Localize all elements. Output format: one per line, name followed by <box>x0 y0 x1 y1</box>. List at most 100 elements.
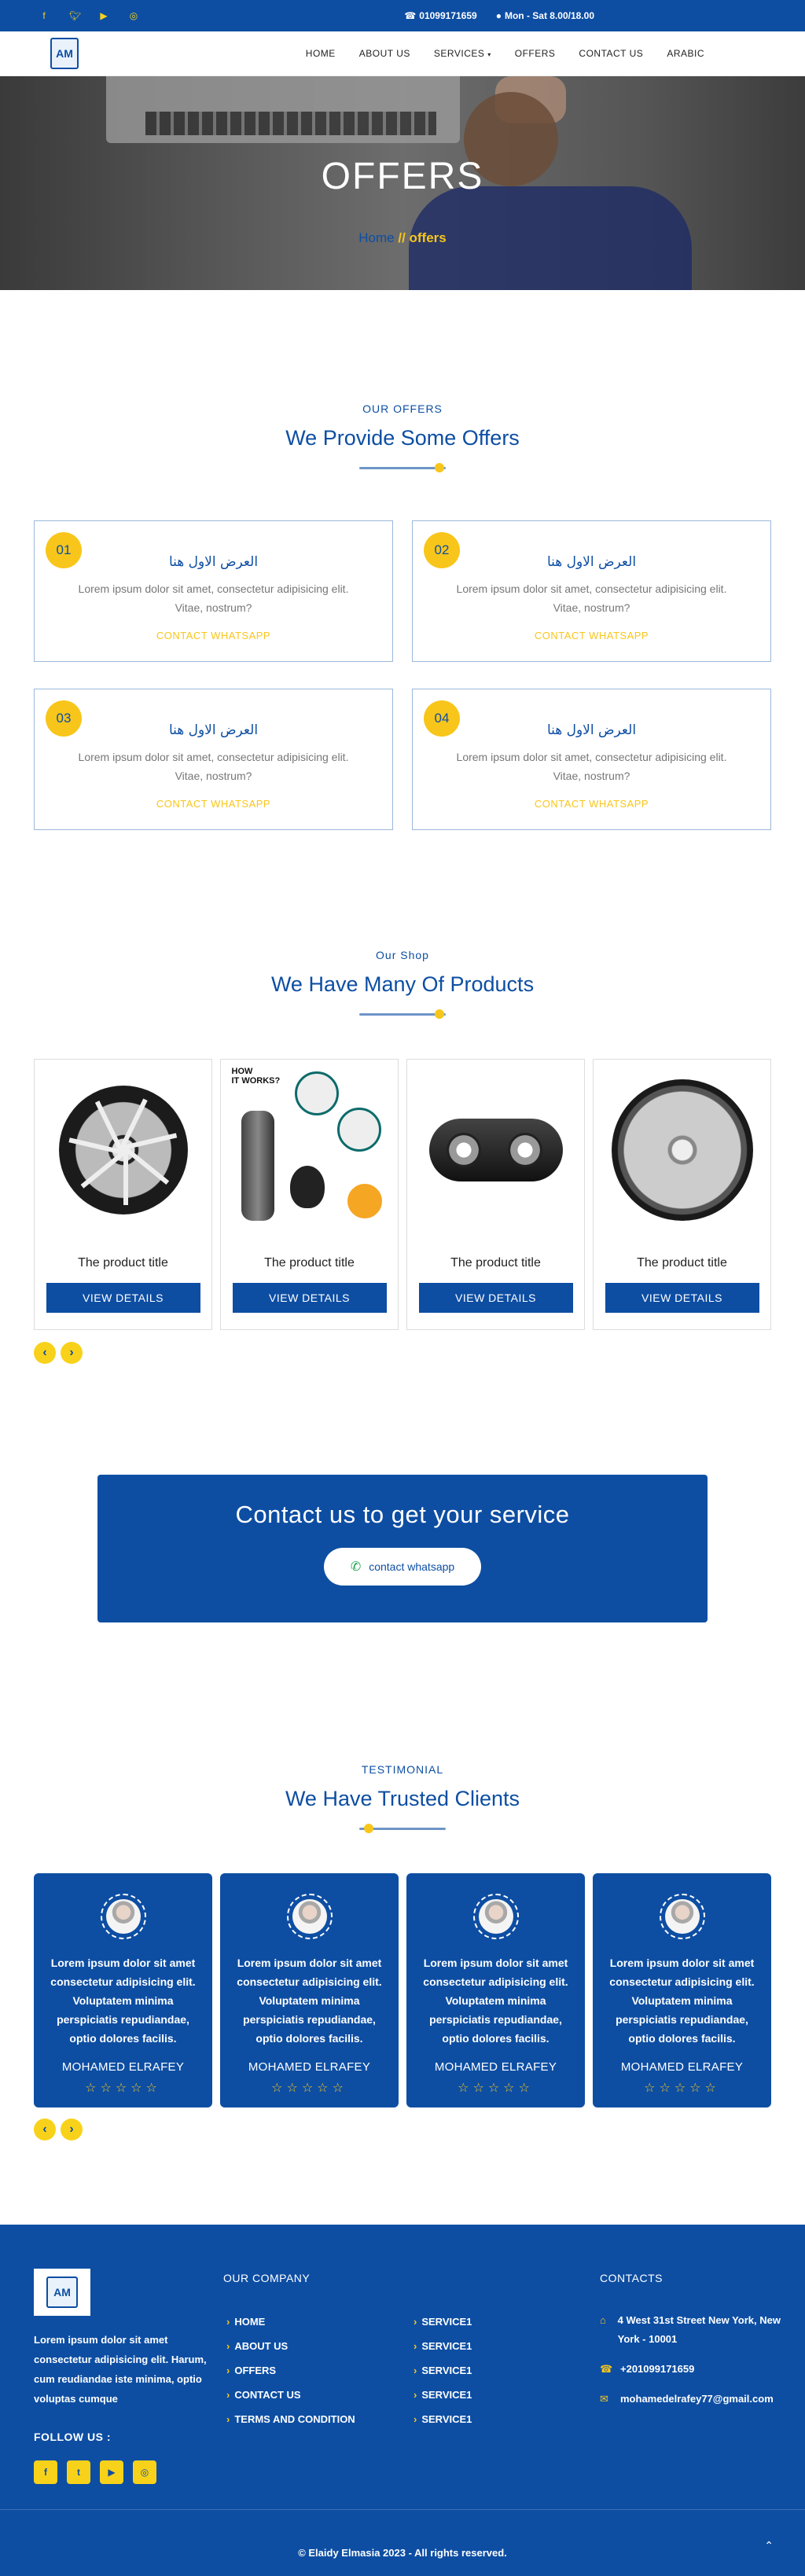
facebook-icon[interactable]: f <box>39 10 49 21</box>
phone-icon: ☎ <box>600 2363 613 2375</box>
footer-link-home[interactable]: › HOME <box>226 2316 355 2340</box>
instagram-icon[interactable]: ◎ <box>129 10 138 21</box>
offer-contact-whatsapp-link[interactable]: CONTACT WHATSAPP <box>413 798 770 810</box>
view-details-button[interactable]: VIEW DETAILS <box>418 1283 573 1313</box>
hero-background-image <box>106 76 460 143</box>
view-details-button[interactable]: VIEW DETAILS <box>46 1283 200 1313</box>
topbar-phone[interactable]: ☎ 01099171659 <box>404 10 476 21</box>
footer-link-offers[interactable]: › OFFERS <box>226 2365 355 2389</box>
testimonial-text: Lorem ipsum dolor sit amet consectetur a… <box>50 1957 196 2045</box>
product-image-alloy-wheel[interactable] <box>35 1060 211 1240</box>
avatar <box>659 1894 705 1939</box>
product-image-car-charger-tracker[interactable]: HOW IT WORKS? <box>221 1060 398 1240</box>
home-icon: ⌂ <box>600 2314 606 2326</box>
nav-services-label: SERVICES <box>433 48 485 59</box>
testimonial-card: Lorem ipsum dolor sit amet consectetur a… <box>406 1873 585 2107</box>
chevron-right-icon: › <box>226 2340 230 2352</box>
copyright-text: © Elaidy Elmasia 2023 - All rights reser… <box>298 2547 507 2559</box>
nav-arabic[interactable]: ARABIC <box>667 48 704 59</box>
offer-description: Lorem ipsum dolor sit amet, consectetur … <box>78 582 349 614</box>
chevron-down-icon: ▾ <box>487 51 491 58</box>
section-divider <box>359 1008 446 1020</box>
twitter-icon[interactable]: t <box>67 2460 90 2484</box>
product-image-tire[interactable] <box>594 1060 770 1240</box>
site-logo[interactable]: AM <box>50 38 79 69</box>
product-image-caption: HOW IT WORKS? <box>231 1067 281 1086</box>
product-card: The product title VIEW DETAILS <box>406 1059 585 1330</box>
nav-offers[interactable]: OFFERS <box>515 48 556 59</box>
product-title: The product title <box>450 1256 541 1270</box>
products-carousel: The product title VIEW DETAILS HOW IT WO… <box>34 1059 771 1330</box>
chevron-right-icon[interactable]: › <box>61 1342 83 1364</box>
testimonial-name: MOHAMED ELRAFEY <box>620 2060 744 2074</box>
nav-home[interactable]: HOME <box>306 48 336 59</box>
view-details-button[interactable]: VIEW DETAILS <box>232 1283 387 1313</box>
testimonial-name: MOHAMED ELRAFEY <box>248 2060 371 2074</box>
footer-link-service[interactable]: › SERVICE1 <box>414 2389 472 2413</box>
offer-contact-whatsapp-link[interactable]: CONTACT WHATSAPP <box>413 630 770 641</box>
star-rating: ☆☆☆☆☆ <box>271 2082 347 2095</box>
twitter-icon[interactable]: 🐦︎ <box>69 10 81 21</box>
footer-company-heading: OUR COMPANY <box>223 2272 311 2284</box>
instagram-icon[interactable]: ◎ <box>133 2460 156 2484</box>
offer-number: 01 <box>46 532 82 568</box>
footer-link-terms[interactable]: › TERMS AND CONDITION <box>226 2413 355 2438</box>
offer-title: العرض الاول هنا <box>546 554 637 570</box>
footer-link-contact-us[interactable]: › CONTACT US <box>226 2389 355 2413</box>
footer-contacts: ⌂ 4 West 31st Street New York, New York -… <box>600 2311 788 2420</box>
breadcrumb-home[interactable]: Home <box>358 230 394 245</box>
topbar-phone-text: 01099171659 <box>419 10 477 21</box>
facebook-icon[interactable]: f <box>34 2460 57 2484</box>
footer-social-links: f t ▶ ◎ <box>34 2460 156 2484</box>
footer-link-service[interactable]: › SERVICE1 <box>414 2413 472 2438</box>
products-section: Our Shop We Have Many Of Products The pr… <box>0 949 805 1364</box>
offer-title: العرض الاول هنا <box>168 722 259 738</box>
testimonial-text: Lorem ipsum dolor sit amet consectetur a… <box>237 1957 382 2045</box>
products-carousel-nav: ‹ › <box>34 1342 83 1364</box>
product-title: The product title <box>264 1256 355 1270</box>
topbar-info: ☎ 01099171659 ● Mon - Sat 8.00/18.00 <box>404 10 594 21</box>
offers-subtitle: OUR OFFERS <box>362 402 443 415</box>
youtube-icon[interactable]: ▶ <box>100 2460 123 2484</box>
youtube-icon[interactable]: ▶ <box>99 10 108 21</box>
testimonial-card: Lorem ipsum dolor sit amet consectetur a… <box>34 1873 212 2107</box>
product-image-headlight[interactable] <box>407 1060 584 1240</box>
testimonials-carousel-nav: ‹ › <box>34 2118 83 2141</box>
chevron-left-icon[interactable]: ‹ <box>34 1342 56 1364</box>
offer-contact-whatsapp-link[interactable]: CONTACT WHATSAPP <box>35 630 392 641</box>
back-to-top-icon[interactable]: ⌃ <box>764 2539 774 2552</box>
offer-card: 02 العرض الاول هنا Lorem ipsum dolor sit… <box>412 520 771 662</box>
nav-contact-us[interactable]: CONTACT US <box>579 48 643 59</box>
chevron-right-icon: › <box>414 2340 417 2352</box>
offer-contact-whatsapp-link[interactable]: CONTACT WHATSAPP <box>35 798 392 810</box>
footer-link-service[interactable]: › SERVICE1 <box>414 2340 472 2365</box>
chevron-right-icon: › <box>226 2365 230 2376</box>
main-menu: HOME ABOUT US SERVICES ▾ OFFERS CONTACT … <box>306 48 704 59</box>
topbar-hours-text: Mon - Sat 8.00/18.00 <box>504 10 594 21</box>
footer-service-links: › SERVICE1 › SERVICE1 › SERVICE1 › SERVICE1 … <box>414 2316 472 2438</box>
footer-logo[interactable]: AM <box>34 2269 90 2316</box>
footer-contacts-heading: CONTACTS <box>600 2272 663 2284</box>
contact-whatsapp-button[interactable]: ✆ contact whatsapp <box>324 1548 481 1586</box>
chevron-right-icon[interactable]: › <box>61 2118 83 2141</box>
footer-link-service[interactable]: › SERVICE1 <box>414 2316 472 2340</box>
offer-title: العرض الاول هنا <box>168 554 259 570</box>
nav-services[interactable]: SERVICES ▾ <box>434 48 491 59</box>
offer-description: Lorem ipsum dolor sit amet, consectetur … <box>456 751 727 782</box>
view-details-button[interactable]: VIEW DETAILS <box>605 1283 759 1313</box>
offer-number: 04 <box>424 700 460 737</box>
contact-cta-banner: Contact us to get your service ✆ contact… <box>97 1475 708 1622</box>
testimonials-subtitle: TESTIMONIAL <box>361 1763 444 1776</box>
footer-email[interactable]: ✉ mohamedelrafey77@gmail.com <box>600 2390 788 2409</box>
testimonial-card: Lorem ipsum dolor sit amet consectetur a… <box>593 1873 771 2107</box>
testimonials-title: We Have Trusted Clients <box>285 1787 520 1810</box>
nav-about-us[interactable]: ABOUT US <box>359 48 410 59</box>
footer-link-service[interactable]: › SERVICE1 <box>414 2365 472 2389</box>
topbar-hours: ● Mon - Sat 8.00/18.00 <box>496 10 594 21</box>
chevron-left-icon[interactable]: ‹ <box>34 2118 56 2141</box>
footer-phone[interactable]: ☎ +201099171659 <box>600 2360 788 2379</box>
page-title: OFFERS <box>321 156 484 197</box>
avatar <box>286 1894 333 1939</box>
footer-link-about-us[interactable]: › ABOUT US <box>226 2340 355 2365</box>
offers-grid: 01 العرض الاول هنا Lorem ipsum dolor sit… <box>34 520 771 830</box>
